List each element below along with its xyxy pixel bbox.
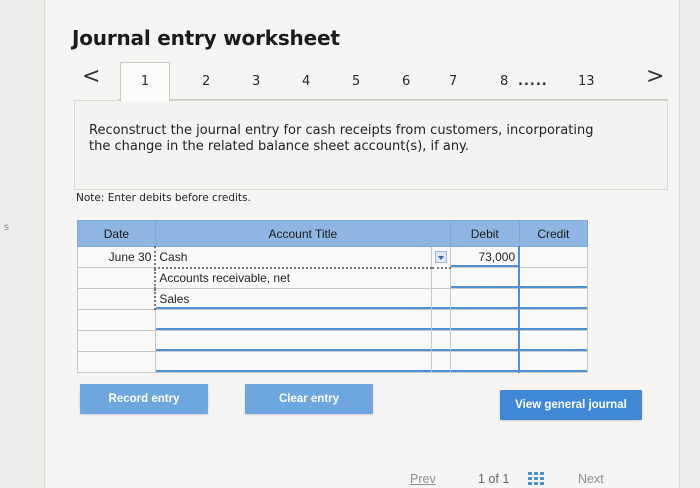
account-cell[interactable]: Sales [154, 288, 432, 310]
account-cell[interactable] [154, 351, 432, 373]
tab-3[interactable]: 3 [252, 74, 260, 89]
debit-cell[interactable] [449, 267, 521, 289]
next-tab-chevron-icon[interactable]: > [646, 64, 664, 89]
table-row: June 30 Cash 73,000 [77, 246, 589, 269]
account-dropdown[interactable] [430, 351, 451, 373]
account-dropdown[interactable] [430, 288, 451, 310]
table-header-row: Date Account Title Debit Credit [77, 220, 589, 247]
record-entry-button[interactable]: Record entry [80, 384, 208, 414]
account-cell[interactable] [154, 309, 432, 331]
credit-header: Credit [518, 220, 589, 247]
date-cell[interactable] [77, 267, 156, 289]
tab-ellipsis: ..... [518, 74, 548, 89]
tab-5[interactable]: 5 [352, 74, 360, 89]
dropdown-arrow-icon[interactable] [434, 250, 447, 263]
table-row [77, 309, 589, 331]
page-title: Journal entry worksheet [72, 26, 340, 50]
table-row: Sales [77, 288, 589, 310]
instruction-text: Reconstruct the journal entry for cash r… [89, 123, 594, 154]
account-cell[interactable]: Accounts receivable, net [154, 267, 432, 289]
account-dropdown[interactable] [430, 246, 451, 269]
clear-entry-button[interactable]: Clear entry [245, 384, 373, 414]
account-header: Account Title [154, 220, 451, 247]
date-cell[interactable] [77, 309, 156, 331]
credit-cell[interactable] [518, 309, 589, 331]
account-dropdown[interactable] [430, 309, 451, 331]
debit-cell[interactable]: 73,000 [449, 246, 521, 268]
debit-cell[interactable] [449, 309, 521, 331]
table-row [77, 351, 589, 373]
debit-cell[interactable] [449, 288, 521, 310]
account-dropdown[interactable] [430, 330, 451, 352]
tab-8[interactable]: 8 [500, 74, 508, 89]
debit-cell[interactable] [449, 330, 521, 352]
prev-tab-chevron-icon[interactable]: < [82, 64, 100, 89]
account-cell[interactable] [154, 330, 432, 352]
account-cell[interactable]: Cash [154, 246, 432, 269]
date-cell[interactable] [77, 288, 156, 310]
grid-icon[interactable] [528, 472, 544, 486]
date-header: Date [77, 220, 156, 247]
debit-header: Debit [449, 220, 520, 247]
date-cell[interactable] [77, 330, 156, 352]
next-link[interactable]: Next [578, 472, 604, 486]
tab-2[interactable]: 2 [202, 74, 210, 89]
credit-cell[interactable] [518, 267, 589, 289]
credit-cell[interactable] [518, 330, 589, 352]
date-cell[interactable] [77, 351, 156, 373]
date-cell[interactable]: June 30 [77, 246, 156, 268]
credit-cell[interactable] [518, 351, 589, 373]
credit-cell[interactable] [518, 246, 589, 268]
debit-cell[interactable] [449, 351, 521, 373]
journal-table: Date Account Title Debit Credit June 30 … [77, 220, 589, 373]
tab-7[interactable]: 7 [449, 74, 457, 89]
table-row: Accounts receivable, net [77, 267, 589, 289]
tab-bar: < 1 2 3 4 5 6 7 8 ..... 13 > [68, 62, 668, 102]
tab-6[interactable]: 6 [402, 74, 410, 89]
credit-cell[interactable] [518, 288, 589, 310]
page-indicator: 1 of 1 [478, 472, 510, 486]
prev-link[interactable]: Prev [410, 472, 436, 486]
view-general-journal-button[interactable]: View general journal [500, 390, 642, 420]
tab-4[interactable]: 4 [302, 74, 310, 89]
account-dropdown[interactable] [430, 267, 451, 289]
note-text: Note: Enter debits before credits. [76, 192, 251, 204]
table-row [77, 330, 589, 352]
tab-13[interactable]: 13 [578, 74, 595, 89]
tab-1[interactable]: 1 [120, 62, 170, 102]
instruction-box: Reconstruct the journal entry for cash r… [74, 100, 668, 190]
side-mark: s [4, 222, 9, 233]
